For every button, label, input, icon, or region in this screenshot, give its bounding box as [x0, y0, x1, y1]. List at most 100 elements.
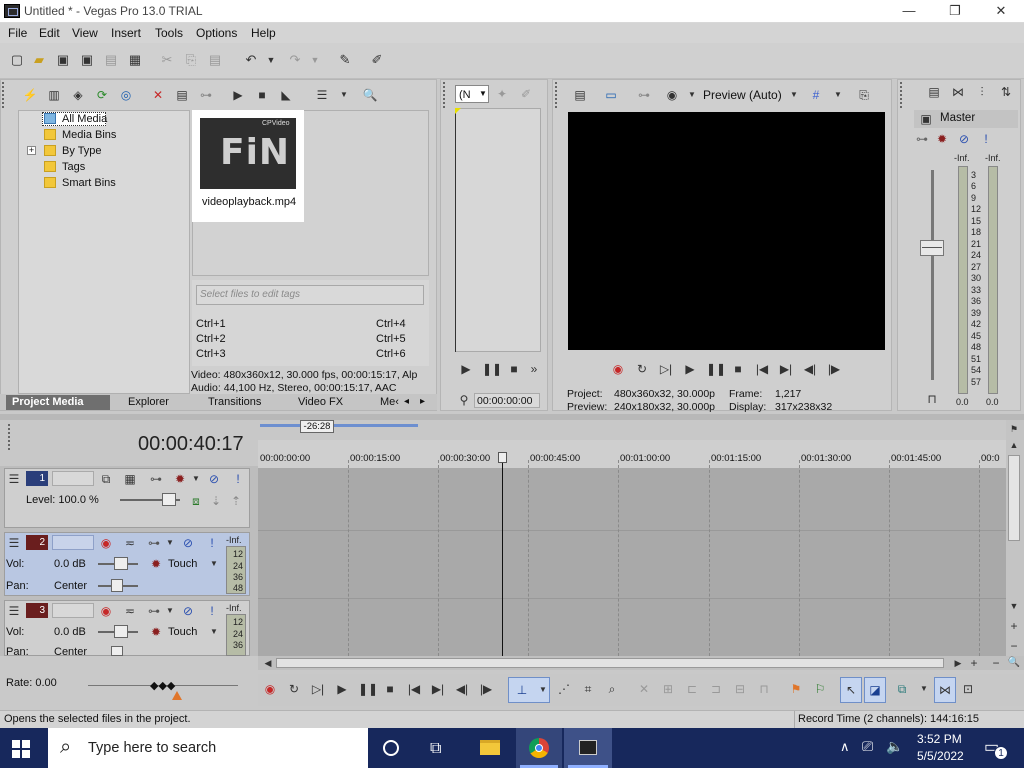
- loop-region[interactable]: [260, 424, 418, 427]
- record-icon[interactable]: ◉: [262, 681, 278, 697]
- vol-slider-handle[interactable]: [114, 557, 128, 570]
- invert-phase-icon[interactable]: ≂: [122, 603, 138, 619]
- trim-end-icon[interactable]: ⊐: [708, 681, 724, 697]
- cortana-icon[interactable]: [383, 740, 399, 756]
- track-name-field[interactable]: [52, 471, 94, 486]
- views-icon[interactable]: ☰: [314, 87, 330, 103]
- pan-slider-handle[interactable]: [111, 579, 123, 592]
- delete-icon[interactable]: ✕: [636, 681, 652, 697]
- composite-mode-icon[interactable]: ⧉: [98, 471, 114, 487]
- level-slider-handle[interactable]: [162, 493, 176, 506]
- stop-icon[interactable]: ■: [382, 681, 398, 697]
- next-frame-icon[interactable]: |▶: [478, 681, 494, 697]
- menu-insert[interactable]: Insert: [111, 26, 141, 40]
- video-fx-icon[interactable]: ⊶: [636, 87, 652, 103]
- track-name-field[interactable]: [52, 535, 94, 550]
- automation-mode[interactable]: Touch: [168, 558, 197, 570]
- scroll-right-icon[interactable]: ▶: [950, 656, 966, 670]
- new-project-icon[interactable]: ▢: [8, 51, 26, 69]
- windows-start-icon[interactable]: [12, 740, 30, 758]
- pause-icon[interactable]: ❚❚: [358, 681, 378, 697]
- render-icon[interactable]: ▤: [102, 51, 120, 69]
- undo-icon[interactable]: ↶: [242, 51, 260, 69]
- chevron-down-icon[interactable]: ▼: [206, 624, 222, 640]
- lock-icon[interactable]: ⊓: [924, 391, 940, 407]
- solo-icon[interactable]: !: [204, 603, 220, 619]
- edit-tool-icon[interactable]: ✎: [336, 51, 354, 69]
- master-fader-handle[interactable]: [920, 240, 944, 256]
- play-icon[interactable]: ▶: [682, 361, 698, 377]
- shortcut-4[interactable]: Ctrl+4: [376, 318, 406, 330]
- scroll-up-icon[interactable]: ▲: [1006, 437, 1022, 453]
- track-fx-icon[interactable]: ⊶: [148, 471, 164, 487]
- preview-quality[interactable]: Preview (Auto): [703, 88, 782, 102]
- lock-icon[interactable]: ⊓: [756, 681, 772, 697]
- automation-mode[interactable]: Touch: [168, 626, 197, 638]
- tree-item-by-type[interactable]: By Type: [62, 145, 102, 157]
- menu-file[interactable]: File: [8, 26, 27, 40]
- automation-settings-icon[interactable]: ✹: [148, 624, 164, 640]
- close-button[interactable]: ✕: [978, 0, 1024, 23]
- tab-explorer[interactable]: Explorer: [122, 395, 175, 410]
- get-media-icon[interactable]: ◈: [70, 87, 86, 103]
- master-settings-icon[interactable]: ✹: [934, 131, 950, 147]
- file-explorer-taskbar-button[interactable]: [468, 728, 512, 768]
- overlays-icon[interactable]: #: [808, 87, 824, 103]
- tab-transitions[interactable]: Transitions: [202, 395, 267, 410]
- tab-project-media[interactable]: Project Media: [6, 395, 110, 410]
- views-dropdown-icon[interactable]: ▼: [336, 87, 352, 103]
- stop-media-icon[interactable]: ■: [254, 87, 270, 103]
- preview-properties-icon[interactable]: ▤: [572, 87, 588, 103]
- trim-icon[interactable]: ⊞: [660, 681, 676, 697]
- auto-ripple-icon[interactable]: ⋰: [556, 681, 572, 697]
- zoom-in-icon[interactable]: +: [1006, 618, 1022, 634]
- shortcut-5[interactable]: Ctrl+5: [376, 333, 406, 345]
- tree-item-media-bins[interactable]: Media Bins: [62, 129, 116, 141]
- previous-frame-icon[interactable]: ◀|: [802, 361, 818, 377]
- shortcut-3[interactable]: Ctrl+3: [196, 348, 226, 360]
- tree-item-tags[interactable]: Tags: [62, 161, 85, 173]
- compositing-child-icon[interactable]: ⧈: [188, 493, 204, 509]
- mixer-insert-bus-icon[interactable]: ⋈: [950, 84, 966, 100]
- import-media-icon[interactable]: ⚡: [22, 87, 38, 103]
- master-solo-icon[interactable]: !: [978, 131, 994, 147]
- search-web-icon[interactable]: ◎: [118, 87, 134, 103]
- solo-icon[interactable]: !: [204, 535, 220, 551]
- scroll-left-icon[interactable]: ◀: [260, 656, 276, 670]
- next-frame-icon[interactable]: |▶: [826, 361, 842, 377]
- zoom-in-icon[interactable]: +: [966, 656, 982, 670]
- network-icon[interactable]: ⎚: [862, 738, 873, 755]
- track-fx-icon[interactable]: ⊶: [146, 535, 162, 551]
- track-settings-icon[interactable]: ✹: [172, 471, 188, 487]
- redo-icon[interactable]: ↷: [286, 51, 304, 69]
- open-folder-icon[interactable]: ▰: [30, 51, 48, 69]
- menu-help[interactable]: Help: [251, 26, 276, 40]
- autoscroll-icon[interactable]: ⊡: [960, 681, 976, 697]
- zoom-tool-icon[interactable]: 🔍: [1006, 656, 1022, 670]
- track-fx-icon[interactable]: ⊶: [146, 603, 162, 619]
- insert-marker-icon[interactable]: ⚑: [788, 681, 804, 697]
- envelope-tool-icon[interactable]: ✐: [368, 51, 386, 69]
- vol-slider-handle[interactable]: [114, 625, 128, 638]
- expand-icon[interactable]: +: [27, 146, 36, 155]
- shortcut-2[interactable]: Ctrl+2: [196, 333, 226, 345]
- play-media-icon[interactable]: ▶: [230, 87, 246, 103]
- undo-dropdown-icon[interactable]: ▼: [262, 51, 280, 69]
- tab-video-fx[interactable]: Video FX: [292, 395, 349, 410]
- invert-phase-icon[interactable]: ≂: [122, 535, 138, 551]
- make-child-icon[interactable]: ⇣: [208, 493, 224, 509]
- clock-date[interactable]: 5/5/2022: [917, 749, 964, 763]
- remove-media-icon[interactable]: ✕: [150, 87, 166, 103]
- tab-more[interactable]: Me‹: [374, 395, 405, 410]
- shortcut-6[interactable]: Ctrl+6: [376, 348, 406, 360]
- playhead-handle[interactable]: [498, 452, 507, 463]
- solo-icon[interactable]: !: [230, 471, 246, 487]
- split-icon[interactable]: ⊟: [732, 681, 748, 697]
- chevron-down-icon[interactable]: ▼: [162, 535, 178, 551]
- mute-icon[interactable]: ⊘: [206, 471, 222, 487]
- trimmer-select[interactable]: (N ▼: [455, 85, 489, 103]
- chevron-down-icon[interactable]: ▼: [206, 556, 222, 572]
- maximize-button[interactable]: ❐: [932, 0, 978, 23]
- track-collapse-icon[interactable]: ☰: [6, 535, 22, 551]
- track-name-field[interactable]: [52, 603, 94, 618]
